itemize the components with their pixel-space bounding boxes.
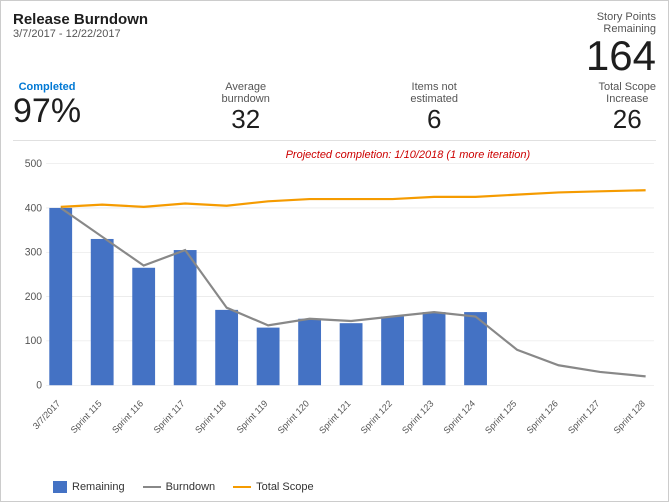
chart-area: Projected completion: 1/10/2018 (1 more … <box>13 147 656 479</box>
burndown-chart: 500 400 300 200 100 0 <box>13 147 656 479</box>
svg-text:Sprint 120: Sprint 120 <box>276 398 311 436</box>
header: Release Burndown 3/7/2017 - 12/22/2017 S… <box>13 11 656 77</box>
svg-text:200: 200 <box>25 290 42 302</box>
svg-text:Sprint 128: Sprint 128 <box>612 398 647 436</box>
dashboard-container: Release Burndown 3/7/2017 - 12/22/2017 S… <box>0 0 669 502</box>
legend-burndown-label: Burndown <box>166 481 216 493</box>
title-block: Release Burndown 3/7/2017 - 12/22/2017 <box>13 11 148 40</box>
legend-remaining-label: Remaining <box>72 481 125 493</box>
svg-text:Sprint 124: Sprint 124 <box>442 398 477 436</box>
projection-label: Projected completion: 1/10/2018 (1 more … <box>286 149 531 161</box>
legend-scope-icon <box>233 486 251 488</box>
legend-burndown-icon <box>143 486 161 488</box>
svg-text:Sprint 117: Sprint 117 <box>152 398 187 435</box>
metrics-row: Completed 97% Averageburndown 32 Items n… <box>13 81 656 141</box>
svg-text:Sprint 123: Sprint 123 <box>400 398 435 436</box>
svg-text:Sprint 115: Sprint 115 <box>69 398 104 435</box>
svg-text:300: 300 <box>25 246 42 258</box>
completed-value: 97% <box>13 93 81 130</box>
svg-text:Sprint 126: Sprint 126 <box>525 398 560 436</box>
avg-burndown-label: Averageburndown <box>222 81 270 105</box>
avg-burndown-value: 32 <box>231 105 260 134</box>
legend-remaining-icon <box>53 481 67 493</box>
svg-text:500: 500 <box>25 157 42 169</box>
chart-legend: Remaining Burndown Total Scope <box>13 481 656 493</box>
svg-text:Sprint 118: Sprint 118 <box>193 398 228 435</box>
svg-text:Sprint 119: Sprint 119 <box>235 398 270 435</box>
legend-total-scope: Total Scope <box>233 481 313 493</box>
date-range: 3/7/2017 - 12/22/2017 <box>13 28 148 40</box>
story-points-label-line1: Story Points <box>586 11 656 23</box>
items-not-estimated-value: 6 <box>427 105 441 134</box>
legend-burndown: Burndown <box>143 481 216 493</box>
chart-title: Release Burndown <box>13 11 148 28</box>
metric-items-not-estimated: Items notestimated 6 <box>410 81 458 134</box>
svg-text:Sprint 125: Sprint 125 <box>483 398 518 436</box>
legend-remaining: Remaining <box>53 481 125 493</box>
svg-text:3/7/2017: 3/7/2017 <box>31 398 62 431</box>
total-scope-label: Total ScopeIncrease <box>599 81 656 105</box>
svg-text:Sprint 121: Sprint 121 <box>317 398 352 436</box>
svg-text:Sprint 116: Sprint 116 <box>110 398 145 435</box>
story-points-block: Story Points Remaining 164 <box>586 11 656 77</box>
metric-completed: Completed 97% <box>13 81 81 134</box>
items-not-estimated-label: Items notestimated <box>410 81 458 105</box>
story-points-value: 164 <box>586 32 656 79</box>
legend-scope-label: Total Scope <box>256 481 313 493</box>
svg-text:0: 0 <box>36 379 42 391</box>
svg-text:100: 100 <box>25 335 42 347</box>
metric-total-scope-increase: Total ScopeIncrease 26 <box>599 81 656 134</box>
metric-average-burndown: Averageburndown 32 <box>222 81 270 134</box>
svg-text:400: 400 <box>25 202 42 214</box>
total-scope-value: 26 <box>613 105 642 134</box>
svg-text:Sprint 127: Sprint 127 <box>566 398 601 436</box>
svg-text:Sprint 122: Sprint 122 <box>359 398 394 436</box>
